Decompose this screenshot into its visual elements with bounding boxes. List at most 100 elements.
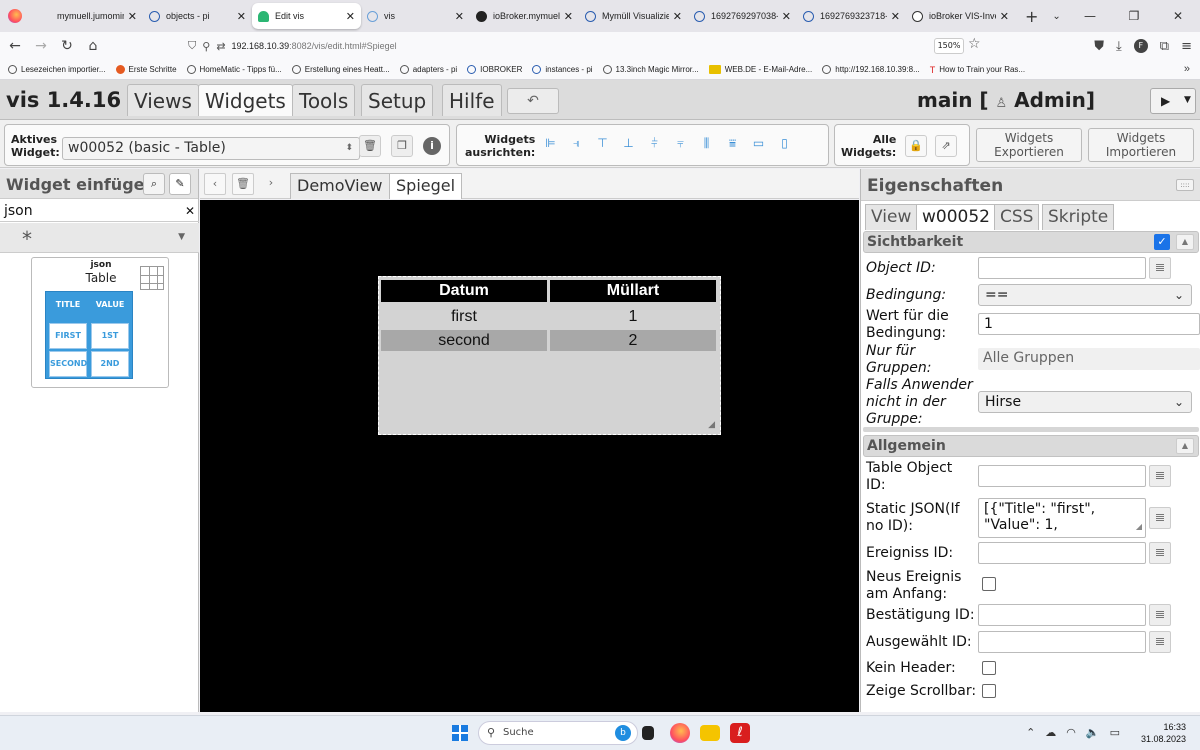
close-tab-icon[interactable]: ✕ bbox=[564, 10, 573, 23]
browser-tab[interactable]: Mymüll Visualizier ✕ bbox=[579, 3, 688, 29]
selected-id-input[interactable] bbox=[978, 631, 1146, 653]
more-bookmarks-icon[interactable]: » bbox=[1184, 63, 1190, 75]
visibility-checkbox[interactable]: ✓ bbox=[1154, 234, 1170, 250]
close-window-icon[interactable]: ✕ bbox=[1156, 9, 1200, 23]
firefox-icon[interactable] bbox=[8, 9, 22, 23]
export-widgets-button[interactable]: Widgets Exportieren bbox=[976, 128, 1082, 162]
align-center-h-icon[interactable]: ⫧ bbox=[671, 134, 690, 152]
widget-set-select[interactable]: * ▼ bbox=[0, 223, 199, 253]
bookmark-item[interactable]: Erstellung eines Heatt... bbox=[291, 65, 390, 74]
resize-handle-icon[interactable]: ◢ bbox=[708, 420, 715, 430]
close-tab-icon[interactable]: ✕ bbox=[673, 10, 682, 23]
bookmark-item[interactable]: Lesezeichen importier... bbox=[8, 65, 106, 74]
tab-css[interactable]: CSS bbox=[994, 204, 1040, 230]
new-event-checkbox[interactable] bbox=[982, 577, 996, 591]
permissions-icon[interactable]: ⚲ bbox=[202, 40, 210, 53]
task-view-icon[interactable] bbox=[642, 726, 654, 740]
select-id-button[interactable] bbox=[1149, 465, 1171, 487]
distribute-v-icon[interactable]: ⩸ bbox=[723, 134, 742, 152]
tab-view[interactable]: View bbox=[865, 204, 918, 230]
align-top-icon[interactable]: ⊤ bbox=[593, 134, 612, 152]
avira-icon[interactable]: ℓ bbox=[730, 723, 750, 743]
chevron-down-icon[interactable]: ▼ bbox=[1184, 95, 1191, 105]
shield-icon[interactable]: ⛉ bbox=[188, 40, 196, 53]
import-widgets-button[interactable]: Widgets Importieren bbox=[1088, 128, 1194, 162]
bookmark-item[interactable]: Erste Schritte bbox=[115, 65, 177, 74]
browser-tab[interactable]: 1692769323718-s ✕ bbox=[797, 3, 906, 29]
not-in-group-select[interactable]: Hirse ⌄ bbox=[978, 391, 1192, 413]
bookmark-star-icon[interactable]: ☆ bbox=[968, 36, 981, 52]
pocket-icon[interactable]: ⛊ bbox=[1094, 39, 1104, 54]
align-right-icon[interactable]: ⫣ bbox=[567, 134, 586, 152]
select-id-button[interactable] bbox=[1149, 604, 1171, 626]
bookmark-item[interactable]: http://192.168.10.39:8... bbox=[822, 65, 920, 74]
close-tab-icon[interactable]: ✕ bbox=[1000, 10, 1009, 23]
browser-tab[interactable]: mymuell.jumomind.co✕ bbox=[34, 3, 143, 29]
address-bar[interactable]: ⛉ ⚲ ⇄ 192.168.10.39:8082/vis/edit.html#S… bbox=[188, 35, 988, 57]
table-widget-w00052[interactable]: Datum Müllart first 1 second 2 ◢ bbox=[377, 275, 722, 436]
chevron-left-icon[interactable]: ‹ bbox=[204, 173, 226, 195]
groups-select[interactable]: Alle Gruppen bbox=[978, 348, 1200, 370]
menu-widgets[interactable]: Widgets bbox=[198, 84, 293, 116]
back-icon[interactable]: ← bbox=[4, 38, 26, 54]
condition-select[interactable]: == ⌄ bbox=[978, 284, 1192, 306]
taskbar-search[interactable]: ⚲ Suche b bbox=[478, 721, 638, 745]
active-widget-select[interactable]: w00052 (basic - Table) ⬍ bbox=[62, 137, 360, 160]
same-height-icon[interactable]: ▯ bbox=[775, 134, 794, 152]
view-canvas[interactable]: Datum Müllart first 1 second 2 ◢ bbox=[200, 200, 859, 712]
tab-spiegel[interactable]: Spiegel bbox=[389, 173, 463, 199]
minimize-icon[interactable]: — bbox=[1068, 9, 1112, 23]
downloads-icon[interactable]: ⤓ bbox=[1116, 39, 1122, 54]
bookmark-item[interactable]: IOBROKER bbox=[467, 65, 522, 74]
bookmark-item[interactable]: instances - pi bbox=[532, 65, 593, 74]
site-info-icon[interactable]: ⇄ bbox=[216, 40, 225, 53]
info-icon[interactable]: i bbox=[423, 137, 441, 155]
extensions-icon[interactable]: ⧉ bbox=[1160, 39, 1169, 54]
onedrive-icon[interactable]: ☁ bbox=[1045, 726, 1056, 739]
widget-filter-input[interactable]: json ✕ bbox=[0, 200, 199, 222]
undo-button[interactable]: ↶ bbox=[507, 88, 559, 114]
search-icon[interactable]: ⌕ bbox=[143, 173, 165, 195]
select-id-button[interactable] bbox=[1149, 542, 1171, 564]
distribute-h-icon[interactable]: ⫼ bbox=[697, 134, 716, 152]
zoom-level[interactable]: 150% bbox=[934, 38, 964, 54]
battery-icon[interactable]: ▭ bbox=[1110, 726, 1120, 739]
confirm-id-input[interactable] bbox=[978, 604, 1146, 626]
tab-skripte[interactable]: Skripte bbox=[1042, 204, 1115, 230]
close-tab-icon[interactable]: ✕ bbox=[128, 10, 137, 23]
align-left-icon[interactable]: ⊫ bbox=[541, 134, 560, 152]
static-json-textarea[interactable]: [{"Title": "first", "Value": 1, ◢ bbox=[978, 498, 1146, 538]
select-id-button[interactable] bbox=[1149, 257, 1171, 279]
run-button[interactable]: ▶ ▼ bbox=[1150, 88, 1196, 114]
forward-icon[interactable]: → bbox=[30, 38, 52, 54]
chevron-right-icon[interactable]: › bbox=[260, 173, 282, 195]
file-explorer-icon[interactable] bbox=[700, 725, 720, 741]
close-tab-icon[interactable]: ✕ bbox=[891, 10, 900, 23]
align-center-v-icon[interactable]: ⫩ bbox=[645, 134, 664, 152]
menu-views[interactable]: Views bbox=[127, 84, 199, 116]
clear-filter-icon[interactable]: ✕ bbox=[185, 200, 195, 222]
panel-resize-icon[interactable]: :::: bbox=[1176, 179, 1194, 191]
delete-widget-button[interactable]: 🗑 bbox=[359, 135, 381, 157]
condition-value-input[interactable]: 1 bbox=[978, 313, 1200, 335]
menu-setup[interactable]: Setup bbox=[361, 84, 434, 116]
list-tabs-icon[interactable]: ⌄ bbox=[1052, 11, 1060, 22]
firefox-taskbar-icon[interactable] bbox=[670, 723, 690, 743]
menu-hilfe[interactable]: Hilfe bbox=[442, 84, 502, 116]
browser-tab[interactable]: vis ✕ bbox=[361, 3, 470, 29]
close-tab-icon[interactable]: ✕ bbox=[782, 10, 791, 23]
section-general[interactable]: Allgemein ▲ bbox=[863, 435, 1199, 457]
volume-icon[interactable]: 🔈 bbox=[1086, 726, 1100, 739]
collapse-icon[interactable]: ▲ bbox=[1176, 234, 1194, 250]
event-id-input[interactable] bbox=[978, 542, 1146, 564]
json-table-widget-card[interactable]: json Table TITLE VALUE FIRST 1ST SECOND … bbox=[31, 257, 169, 388]
no-header-checkbox[interactable] bbox=[982, 661, 996, 675]
same-width-icon[interactable]: ▭ bbox=[749, 134, 768, 152]
browser-tab[interactable]: objects - pi ✕ bbox=[143, 3, 252, 29]
bookmark-item[interactable]: T How to Train your Ras... bbox=[930, 65, 1025, 75]
home-icon[interactable]: ⌂ bbox=[82, 38, 104, 54]
browser-tab-active[interactable]: Edit vis ✕ bbox=[252, 3, 361, 29]
resize-handle-icon[interactable]: ◢ bbox=[1136, 519, 1142, 535]
external-link-icon[interactable]: ⇗ bbox=[935, 135, 957, 157]
bing-icon[interactable]: b bbox=[615, 725, 631, 741]
